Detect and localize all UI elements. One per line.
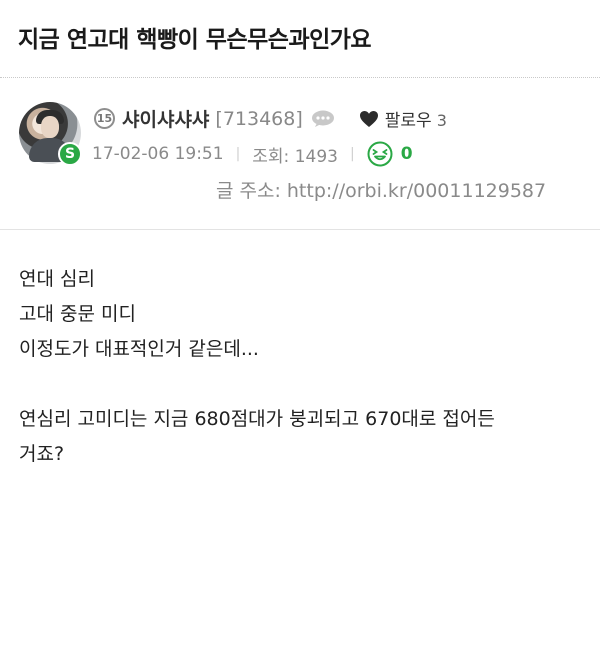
- author-nickname[interactable]: 샤이샤샤샤: [122, 105, 209, 132]
- heart-icon[interactable]: [359, 110, 379, 128]
- status-badge: S: [58, 142, 82, 166]
- post-url-row: 글 주소: http://orbi.kr/00011129587: [216, 176, 546, 203]
- url-label: 글 주소:: [216, 180, 281, 202]
- body-line: 이정도가 대표적인거 같은데...: [19, 338, 259, 360]
- smile-icon[interactable]: [367, 141, 393, 167]
- post-date: 17-02-06 19:51: [92, 144, 224, 164]
- post-body: 연대 심리 고대 중문 미디 이정도가 대표적인거 같은데... 연심리 고미디…: [19, 262, 495, 472]
- like-count: 0: [400, 144, 413, 164]
- meta-row: 17-02-06 19:51 | 조회: 1493 | 0: [92, 141, 413, 167]
- message-icon[interactable]: [311, 110, 335, 128]
- title-divider: [0, 77, 600, 78]
- follow-label: 팔로우: [384, 111, 432, 131]
- header-divider: [0, 229, 600, 230]
- meta-separator: |: [235, 146, 241, 162]
- author-row: 15 샤이샤샤샤 [713468] 팔로우 3: [94, 105, 447, 132]
- body-line: 연심리 고미디는 지금 680점대가 붕괴되고 670대로 접어든: [19, 408, 495, 430]
- view-count: 조회: 1493: [252, 146, 338, 167]
- body-line: 거죠?: [19, 443, 65, 465]
- body-blank-line: [19, 367, 495, 402]
- body-line: 연대 심리: [19, 268, 95, 290]
- author-id: [713468]: [215, 107, 303, 130]
- body-line: 고대 중문 미디: [19, 303, 136, 325]
- follow-count: 3: [436, 111, 447, 130]
- meta-separator: |: [349, 146, 355, 162]
- post-title: 지금 연고대 핵빵이 무슨무슨과인가요: [18, 27, 372, 53]
- follow-button[interactable]: 팔로우 3: [385, 106, 447, 131]
- post-url[interactable]: http://orbi.kr/00011129587: [287, 180, 546, 202]
- level-icon: 15: [94, 108, 115, 129]
